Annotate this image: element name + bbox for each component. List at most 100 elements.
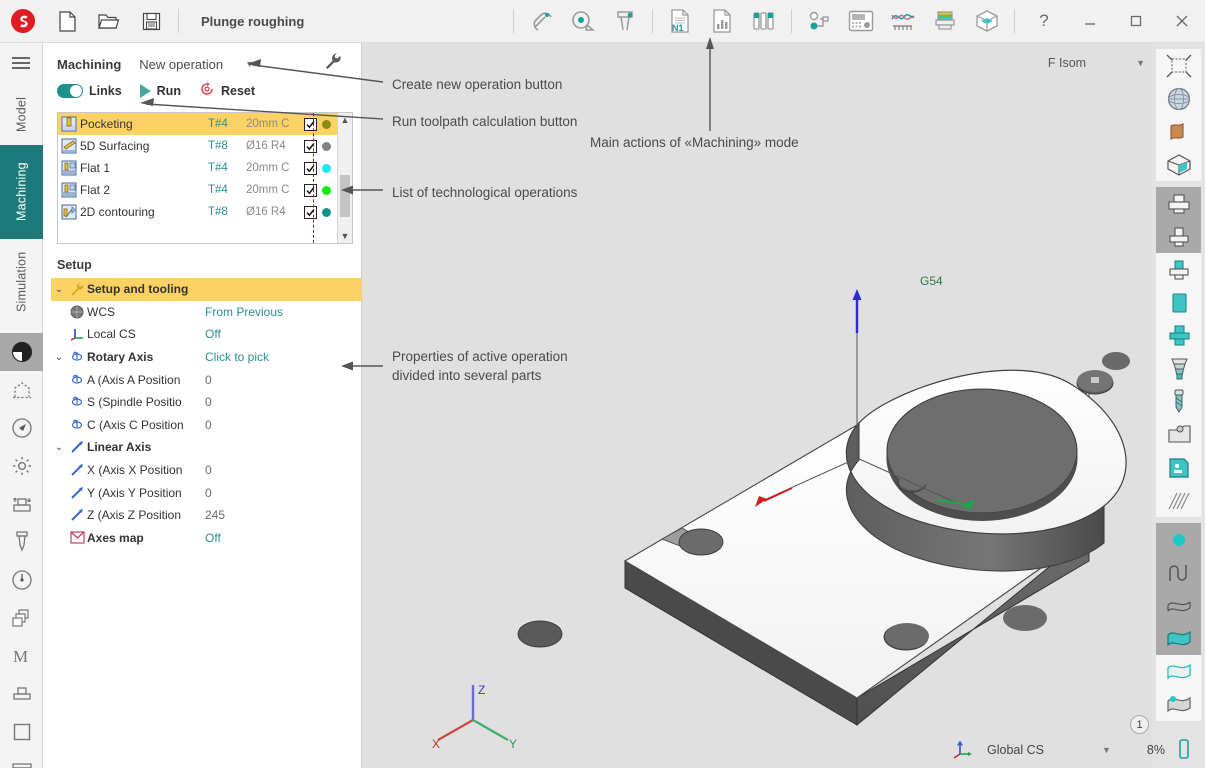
rail-tool-gauge[interactable] [0, 561, 43, 599]
property-row[interactable]: Local CS Off [51, 323, 361, 346]
mode-tab-simulation[interactable]: Simulation [0, 239, 43, 325]
rail-tool-pallet[interactable] [0, 751, 43, 768]
rail-tool-stock-setup[interactable] [0, 485, 43, 523]
links-toggle[interactable]: Links [57, 83, 122, 98]
operation-checkbox[interactable] [304, 183, 317, 197]
caliper-icon[interactable] [604, 0, 646, 42]
stock-body-icon[interactable] [1156, 187, 1201, 220]
highlight-surface-icon[interactable] [1156, 688, 1201, 721]
operation-checkbox[interactable] [304, 205, 317, 219]
workpiece-box-icon[interactable] [966, 0, 1008, 42]
run-button[interactable]: Run [139, 83, 181, 98]
help-question-icon[interactable]: ? [1021, 0, 1067, 42]
maximize-icon[interactable] [1113, 0, 1159, 42]
property-value[interactable]: Off [205, 327, 221, 341]
rail-tool-selection-box[interactable] [0, 371, 43, 409]
3d-viewport[interactable]: F Isom ▼ G54 Z X Y [362, 43, 1205, 768]
workpiece-body-icon[interactable] [1156, 220, 1201, 253]
rail-tool-fixture[interactable] [0, 675, 43, 713]
minimize-icon[interactable] [1067, 0, 1113, 42]
operation-color-dot[interactable] [322, 119, 331, 129]
magnet-snap-icon[interactable] [520, 0, 562, 42]
property-value[interactable]: 0 [205, 395, 212, 409]
property-value[interactable]: Off [205, 531, 221, 545]
new-document-icon[interactable] [46, 0, 88, 42]
reset-button[interactable]: Reset [199, 81, 255, 100]
property-row[interactable]: Z (Axis Z Position 245 [51, 504, 361, 527]
chevron-icon[interactable]: ⌄ [51, 442, 67, 453]
operation-checkbox[interactable] [304, 139, 317, 153]
fixture-stack-icon[interactable] [1156, 319, 1201, 352]
curve-path-icon[interactable] [1156, 556, 1201, 589]
property-value[interactable]: From Previous [205, 305, 283, 319]
tool-holder-icon[interactable] [1156, 352, 1201, 385]
rail-tool-square[interactable] [0, 713, 43, 751]
property-value[interactable]: 0 [205, 463, 212, 477]
nc-program-n1-icon[interactable]: N1 [659, 0, 701, 42]
property-row[interactable]: WCS From Previous [51, 301, 361, 324]
operation-color-dot[interactable] [322, 141, 331, 151]
machine-schema-icon[interactable] [798, 0, 840, 42]
property-row[interactable]: Y (Axis Y Position 0 [51, 481, 361, 504]
property-row[interactable]: Axes map Off [51, 527, 361, 550]
solid-cylinder-icon[interactable] [1156, 286, 1201, 319]
report-chart-icon[interactable] [701, 0, 743, 42]
machined-part-icon[interactable] [1156, 253, 1201, 286]
property-row[interactable]: S (Spindle Positio 0 [51, 391, 361, 414]
fit-to-screen-icon[interactable] [1156, 49, 1201, 82]
property-row[interactable]: ⌄ Linear Axis [51, 436, 361, 459]
surface-patch-icon[interactable] [1156, 115, 1201, 148]
chevron-down-icon[interactable]: ▼ [1102, 745, 1111, 755]
rail-tool-cutting-tool[interactable] [0, 523, 43, 561]
operation-row[interactable]: 5D Surfacing T#8 Ø16 R4 [58, 135, 337, 157]
mode-tab-machining[interactable]: Machining [0, 145, 43, 239]
wireframe-surface-icon[interactable] [1156, 589, 1201, 622]
property-value[interactable]: 0 [205, 373, 212, 387]
shaded-surface-icon[interactable] [1156, 622, 1201, 655]
operation-row[interactable]: Flat 2 T#4 20mm C [58, 179, 337, 201]
property-value[interactable]: 0 [205, 486, 212, 500]
operation-color-dot[interactable] [322, 185, 331, 195]
bounding-box-icon[interactable] [1156, 148, 1201, 181]
measure-icon[interactable] [562, 0, 604, 42]
rail-tool-layers[interactable] [0, 599, 43, 637]
new-operation-dropdown[interactable]: New operation ▼ [139, 57, 254, 72]
toolpath-lines-icon[interactable] [1156, 484, 1201, 517]
property-value[interactable]: 0 [205, 418, 212, 432]
rail-tool-navigation-compass[interactable] [0, 409, 43, 447]
save-floppy-icon[interactable] [130, 0, 172, 42]
hamburger-menu-icon[interactable] [0, 43, 42, 83]
operation-row[interactable]: Flat 1 T#4 20mm C [58, 157, 337, 179]
open-folder-icon[interactable] [88, 0, 130, 42]
stock-color-icon[interactable] [924, 0, 966, 42]
toolpath-graph-icon[interactable] [882, 0, 924, 42]
globe-rotate-icon[interactable] [1156, 82, 1201, 115]
operation-checkbox[interactable] [304, 117, 317, 131]
scroll-down-icon[interactable]: ▼ [338, 229, 352, 243]
property-row[interactable]: A (Axis A Position 0 [51, 368, 361, 391]
machine-control-panel-icon[interactable] [840, 0, 882, 42]
property-value[interactable]: 245 [205, 508, 225, 522]
property-row[interactable]: X (Axis X Position 0 [51, 459, 361, 482]
operation-checkbox[interactable] [304, 161, 317, 175]
operation-row[interactable]: Pocketing T#4 20mm C [58, 113, 337, 135]
property-row[interactable]: ⌄ Setup and tooling [51, 278, 391, 301]
operations-scrollbar[interactable]: ▲ ▼ [337, 113, 352, 243]
rail-tool-settings-gear[interactable] [0, 447, 43, 485]
property-row[interactable]: C (Axis C Position 0 [51, 414, 361, 437]
chevron-icon[interactable]: ⌄ [51, 352, 67, 363]
wrench-settings-icon[interactable] [324, 52, 343, 76]
outline-surface-icon[interactable] [1156, 655, 1201, 688]
rail-tool-machine-m[interactable]: M [0, 637, 43, 675]
property-value[interactable]: Click to pick [205, 350, 269, 364]
property-row[interactable]: ⌄ Rotary Axis Click to pick [51, 346, 361, 369]
close-icon[interactable] [1159, 0, 1205, 42]
scroll-up-icon[interactable]: ▲ [338, 113, 352, 127]
point-marker-icon[interactable] [1156, 523, 1201, 556]
tool-library-icon[interactable] [743, 0, 785, 42]
operation-color-dot[interactable] [322, 207, 331, 217]
scrollbar-thumb[interactable] [340, 175, 350, 217]
rail-tool-shading[interactable] [0, 333, 43, 371]
operation-row[interactable]: 2D contouring T#8 Ø16 R4 [58, 201, 337, 223]
operation-color-dot[interactable] [322, 163, 331, 173]
